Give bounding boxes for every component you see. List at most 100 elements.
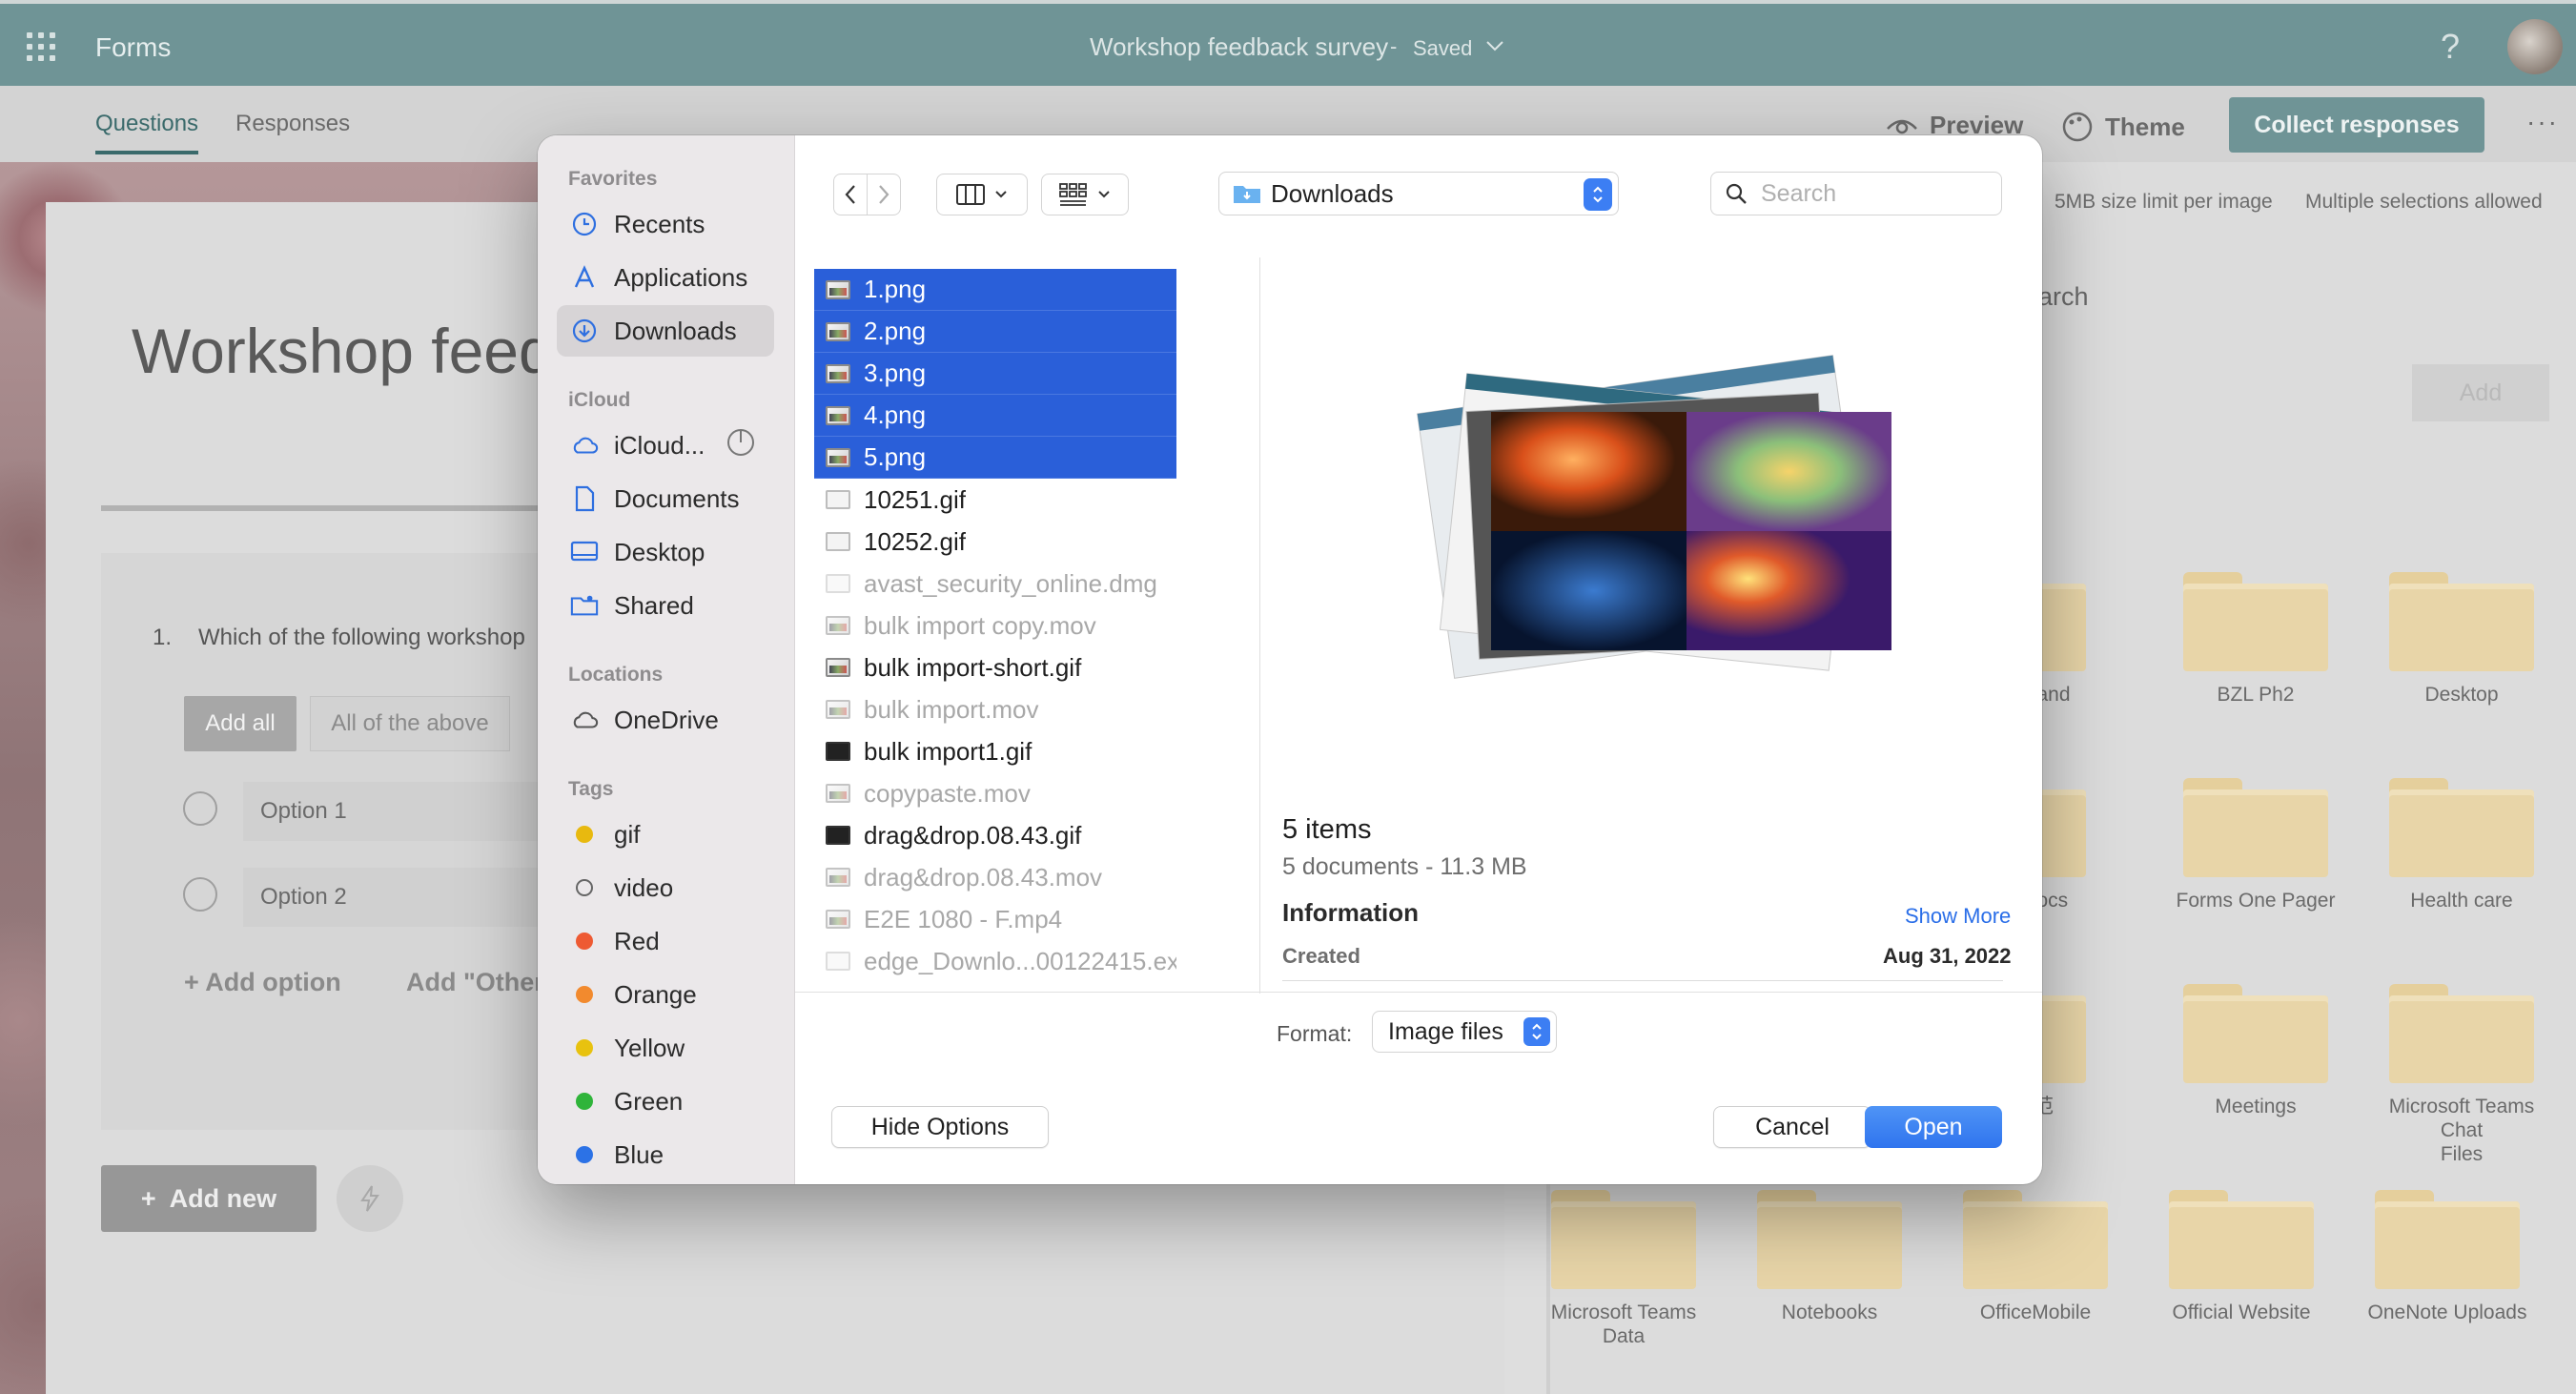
folder-icon <box>1233 182 1261 205</box>
app-launcher-icon[interactable] <box>27 32 55 61</box>
preview-thumbnail <box>1417 355 1891 679</box>
sidebar-item-documents[interactable]: Documents <box>557 473 774 524</box>
folder-tile[interactable]: Notebooks <box>1734 1190 1925 1324</box>
folder-tile[interactable]: Meetings <box>2160 984 2351 1118</box>
lightning-icon[interactable] <box>337 1165 403 1232</box>
folder-tile[interactable]: Desktop <box>2366 572 2557 707</box>
file-row[interactable]: bulk import-short.gif <box>814 646 1176 688</box>
add-new-button[interactable]: + Add new <box>101 1165 317 1232</box>
back-button[interactable] <box>833 174 868 215</box>
folder-label: Health care <box>2410 890 2513 912</box>
folder-tile[interactable]: Official Website <box>2146 1190 2337 1324</box>
document-icon <box>826 952 850 971</box>
cloud-icon <box>570 431 599 460</box>
form-title[interactable]: Workshop feed <box>132 315 554 387</box>
sidebar-item-applications[interactable]: Applications <box>557 252 774 303</box>
cancel-button[interactable]: Cancel <box>1713 1106 1871 1148</box>
file-name: 1.png <box>864 275 927 303</box>
chevron-down-icon <box>1098 191 1110 198</box>
sidebar-item-recents[interactable]: Recents <box>557 198 774 250</box>
up-down-stepper-icon <box>1584 178 1612 211</box>
forward-button[interactable] <box>867 174 901 215</box>
sidebar-label: gif <box>614 819 641 849</box>
folder-label: Microsoft Teams Chat Files <box>2388 1096 2535 1165</box>
folder-icon <box>2375 1190 2520 1289</box>
file-row[interactable]: 10251.gif <box>814 479 1176 521</box>
image-file-icon <box>826 279 850 299</box>
file-row: bulk import copy.mov <box>814 605 1176 646</box>
file-row[interactable]: 4.png <box>814 395 1176 437</box>
file-row[interactable]: 2.png <box>814 311 1176 353</box>
folder-tile[interactable]: Health care <box>2366 778 2557 912</box>
all-of-the-above-suggestion[interactable]: All of the above <box>310 696 510 751</box>
option-radio[interactable] <box>183 791 217 826</box>
cloud-icon <box>570 706 599 734</box>
image-file-icon <box>826 532 850 551</box>
file-row: E2E 1080 - F.mp4 <box>814 898 1176 940</box>
sidebar-tag-orange[interactable]: Orange <box>557 969 774 1020</box>
sidebar-tag-red[interactable]: Red <box>557 915 774 967</box>
sidebar-item-shared[interactable]: Shared <box>557 580 774 631</box>
hide-options-button[interactable]: Hide Options <box>831 1106 1049 1148</box>
file-name: bulk import copy.mov <box>864 610 1096 640</box>
file-list[interactable]: 1.png 2.png 3.png 4.png 5.png 10251.gif 10252.… <box>814 267 1176 992</box>
sidebar-tag-green[interactable]: Green <box>557 1076 774 1127</box>
image-file-icon <box>826 868 850 887</box>
theme-button[interactable]: Theme <box>2061 111 2185 143</box>
folder-tile[interactable]: Forms One Pager <box>2160 778 2351 912</box>
sidebar-item-desktop[interactable]: Desktop <box>557 526 774 578</box>
sidebar-label: Downloads <box>614 316 737 345</box>
file-row[interactable]: bulk import1.gif <box>814 730 1176 772</box>
open-button[interactable]: Open <box>1865 1106 2002 1148</box>
sidebar-tag-video[interactable]: video <box>557 862 774 913</box>
collect-responses-button[interactable]: Collect responses <box>2229 97 2484 153</box>
file-row: copypaste.mov <box>814 772 1176 814</box>
help-icon[interactable]: ? <box>2441 27 2460 67</box>
file-row[interactable]: drag&drop.08.43.gif <box>814 814 1176 856</box>
folder-tile[interactable]: Microsoft Teams Data <box>1528 1190 1719 1348</box>
folder-tile[interactable]: BZL Ph2 <box>2160 572 2351 707</box>
folder-tile[interactable]: OneNote Uploads <box>2352 1190 2543 1324</box>
question-text[interactable]: Which of the following workshop <box>198 625 525 651</box>
chevron-down-icon <box>995 191 1007 198</box>
add-other-button[interactable]: Add "Other" <box>406 968 549 997</box>
avatar[interactable] <box>2507 19 2563 74</box>
tab-responses[interactable]: Responses <box>235 111 350 137</box>
add-option-button[interactable]: + Add option <box>184 968 341 997</box>
document-title[interactable]: Workshop feedback survey <box>1090 32 1388 62</box>
sidebar-label: Desktop <box>614 537 705 566</box>
search-field[interactable]: Search <box>1710 172 2002 215</box>
up-down-stepper-icon <box>1523 1017 1550 1046</box>
group-view-button[interactable] <box>1041 174 1129 215</box>
location-popup[interactable]: Downloads <box>1218 172 1619 215</box>
option-radio[interactable] <box>183 877 217 912</box>
file-name: 5.png <box>864 442 927 471</box>
document-icon <box>826 574 850 593</box>
file-row[interactable]: 5.png <box>814 437 1176 479</box>
format-select[interactable]: Image files <box>1372 1011 1557 1053</box>
sidebar-label: Blue <box>614 1139 664 1169</box>
sidebar-item-onedrive[interactable]: OneDrive <box>557 694 774 746</box>
file-row[interactable]: 3.png <box>814 353 1176 395</box>
folder-tile[interactable]: Microsoft Teams Chat Files <box>2366 984 2557 1166</box>
folder-tile[interactable]: OfficeMobile <box>1940 1190 2131 1324</box>
show-more-link[interactable]: Show More <box>1905 904 2011 929</box>
sidebar-item-downloads[interactable]: Downloads <box>557 305 774 357</box>
column-view-button[interactable] <box>936 174 1028 215</box>
chevron-down-icon[interactable] <box>1484 38 1505 53</box>
app-name[interactable]: Forms <box>95 32 171 63</box>
add-images-button[interactable]: Add <box>2412 364 2549 421</box>
sidebar-label: Yellow <box>614 1033 685 1062</box>
file-row[interactable]: 1.png <box>814 269 1176 311</box>
sidebar-tag-yellow[interactable]: Yellow <box>557 1022 774 1074</box>
more-options-icon[interactable]: ··· <box>2526 107 2559 137</box>
sidebar-tag-blue[interactable]: Blue <box>557 1129 774 1180</box>
sidebar-label: Red <box>614 926 660 955</box>
sidebar-label: Orange <box>614 979 697 1009</box>
add-all-button[interactable]: Add all <box>184 696 296 751</box>
column-divider[interactable] <box>1259 257 1260 994</box>
tab-questions[interactable]: Questions <box>95 111 199 154</box>
sidebar-item-icloud-drive[interactable]: iCloud... <box>557 420 774 471</box>
sidebar-tag-gif[interactable]: gif <box>557 809 774 860</box>
file-row[interactable]: 10252.gif <box>814 521 1176 563</box>
